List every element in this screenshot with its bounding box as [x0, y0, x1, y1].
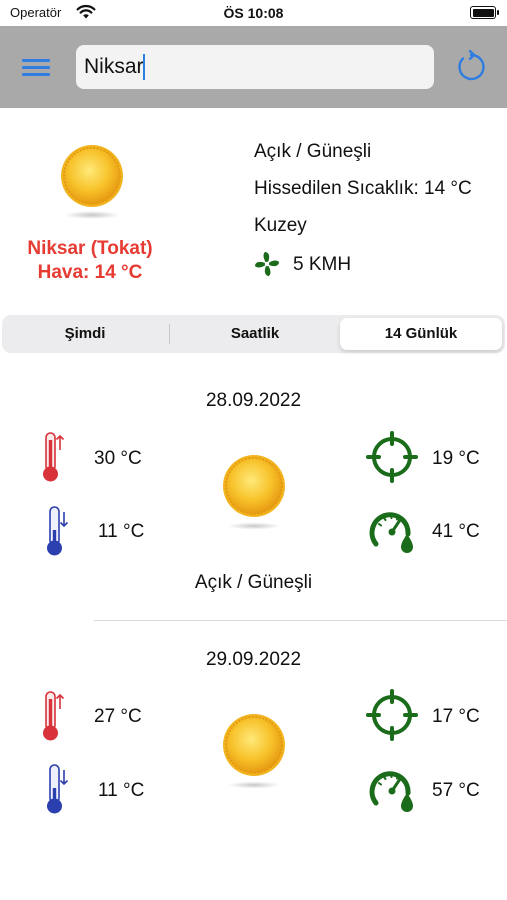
current-condition: Açık / Güneşli — [254, 141, 372, 162]
forecast-divider — [94, 620, 507, 621]
thermometer-cold-icon — [47, 506, 69, 556]
min-temperature: 11 °C — [98, 780, 145, 801]
max-temperature: 27 °C — [94, 706, 142, 727]
forecast-condition: Açık / Güneşli — [194, 572, 313, 593]
crosshair-icon — [366, 431, 418, 483]
text-cursor — [143, 54, 145, 80]
wind-fan-icon — [255, 252, 279, 276]
sun-icon — [223, 714, 285, 789]
status-time: ÖS 10:08 — [223, 5, 284, 21]
tab-now[interactable]: Şimdi — [2, 318, 168, 350]
max-temperature: 30 °C — [94, 448, 142, 469]
humidity: 57 °C — [432, 780, 480, 801]
forecast-date: 28.09.2022 — [205, 390, 302, 411]
city-name: Niksar (Tokat) — [27, 238, 153, 259]
period-segmented-control: Şimdi Saatlik 14 Günlük — [2, 315, 505, 353]
refresh-icon[interactable] — [454, 50, 488, 84]
current-temperature: Hava: 14 °C — [37, 262, 143, 283]
current-city: Niksar (Tokat) Hava: 14 °C — [0, 237, 180, 285]
battery-icon — [470, 6, 499, 19]
humidity: 41 °C — [432, 521, 480, 542]
tab-14-day[interactable]: 14 Günlük — [340, 318, 502, 350]
gauge-drop-icon — [369, 512, 413, 553]
wind-speed: 5 KMH — [293, 254, 352, 275]
dew-point: 17 °C — [432, 706, 480, 727]
thermometer-hot-icon — [43, 691, 65, 741]
crosshair-icon — [366, 689, 418, 741]
sun-icon — [61, 145, 123, 219]
thermometer-cold-icon — [47, 764, 69, 814]
min-temperature: 11 °C — [98, 521, 145, 542]
dew-point: 19 °C — [432, 448, 480, 469]
thermometer-hot-icon — [43, 432, 65, 482]
search-input[interactable] — [84, 45, 414, 89]
gauge-drop-icon — [369, 771, 413, 812]
tab-hourly[interactable]: Saatlik — [170, 318, 340, 350]
sun-icon — [223, 455, 285, 530]
feels-like: Hissedilen Sıcaklık: 14 °C — [254, 178, 472, 199]
search-field[interactable] — [76, 45, 434, 89]
wind-direction: Kuzey — [254, 215, 307, 236]
forecast-date: 29.09.2022 — [205, 649, 302, 670]
menu-icon[interactable] — [22, 57, 52, 79]
